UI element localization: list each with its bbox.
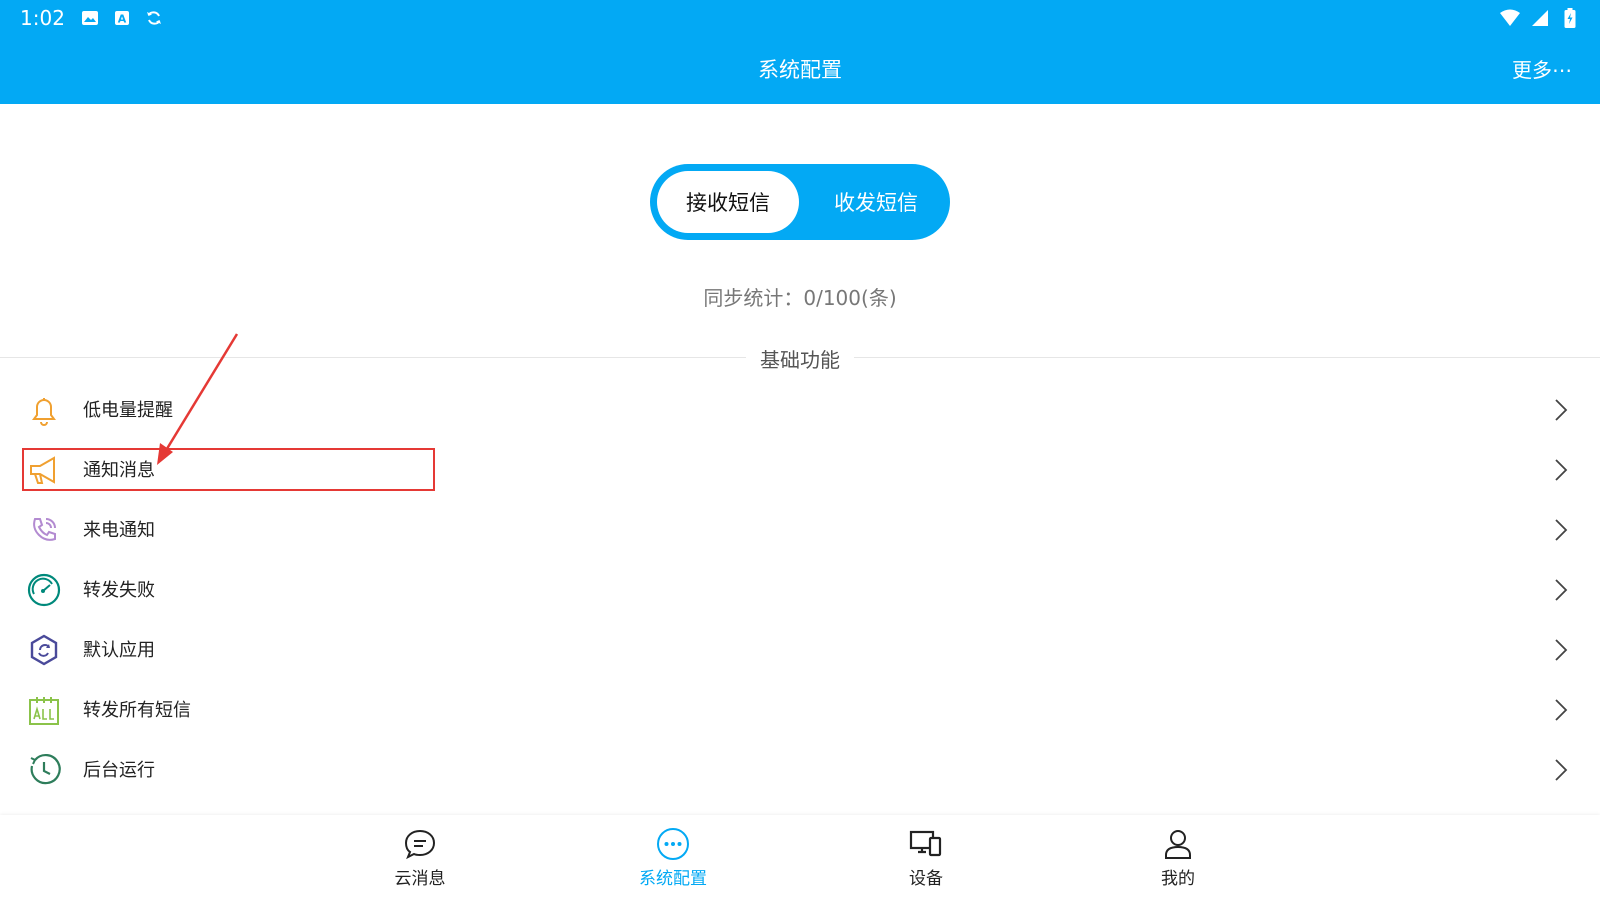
chevron-right-icon	[1554, 458, 1568, 482]
annotation-highlight-box	[22, 448, 435, 491]
more-button[interactable]: 更多⋯	[1512, 54, 1572, 83]
menu-item-background-run[interactable]: 后台运行	[0, 740, 1600, 800]
sync-stats: 同步统计：0/100(条)	[703, 286, 897, 310]
menu-item-label: 低电量提醒	[83, 400, 173, 421]
menu-item-low-battery[interactable]: 低电量提醒	[0, 380, 1600, 440]
nav-label: 系统配置	[639, 869, 707, 889]
page-title: 系统配置	[758, 58, 842, 82]
menu-item-label: 后台运行	[83, 760, 155, 781]
section-title-text: 基础功能	[746, 348, 854, 372]
phone-icon	[26, 512, 62, 548]
nav-label: 设备	[909, 869, 943, 889]
status-bar: 1:02 A	[0, 0, 1600, 36]
nav-system-config[interactable]: 系统配置	[613, 827, 733, 897]
menu-item-forward-all-sms[interactable]: 转发所有短信	[0, 680, 1600, 740]
nav-mine[interactable]: 我的	[1118, 827, 1238, 897]
user-icon	[1161, 827, 1195, 861]
chevron-right-icon	[1554, 398, 1568, 422]
sms-mode-toggle[interactable]: 接收短信 收发短信	[650, 164, 950, 240]
toggle-send-receive-sms[interactable]: 收发短信	[802, 164, 950, 240]
wifi-icon	[1500, 8, 1520, 28]
all-icon	[26, 692, 62, 728]
bell-icon	[26, 392, 62, 428]
hexagon-refresh-icon	[26, 632, 62, 668]
menu-item-incoming-call[interactable]: 来电通知	[0, 500, 1600, 560]
clock-icon	[26, 752, 62, 788]
svg-text:A: A	[118, 13, 127, 26]
menu-item-label: 转发所有短信	[83, 700, 191, 721]
more-dots-icon	[656, 827, 690, 861]
chevron-right-icon	[1554, 698, 1568, 722]
menu-item-default-app[interactable]: 默认应用	[0, 620, 1600, 680]
toggle-receive-sms[interactable]: 接收短信	[657, 171, 799, 233]
menu-item-label: 来电通知	[83, 520, 155, 541]
app-bar: 系统配置 更多⋯	[0, 36, 1600, 104]
nav-label: 云消息	[394, 869, 446, 889]
chevron-right-icon	[1554, 578, 1568, 602]
menu-item-label: 转发失败	[83, 580, 155, 601]
menu-item-forward-failed[interactable]: 转发失败	[0, 560, 1600, 620]
nav-label: 我的	[1161, 869, 1195, 889]
section-title: 基础功能	[0, 344, 1600, 373]
font-icon: A	[112, 8, 132, 28]
chevron-right-icon	[1554, 638, 1568, 662]
devices-icon	[909, 827, 943, 861]
nav-cloud-messages[interactable]: 云消息	[360, 827, 480, 897]
signal-icon	[1530, 8, 1550, 28]
sync-icon	[144, 8, 164, 28]
chevron-right-icon	[1554, 758, 1568, 782]
nav-devices[interactable]: 设备	[866, 827, 986, 897]
gauge-icon	[26, 572, 62, 608]
status-icons-right	[1500, 8, 1580, 28]
status-time: 1:02	[20, 6, 65, 30]
battery-icon	[1560, 8, 1580, 28]
menu-item-label: 默认应用	[83, 640, 155, 661]
image-icon	[80, 8, 100, 28]
chevron-right-icon	[1554, 518, 1568, 542]
status-icons-left: A	[80, 8, 164, 28]
chat-icon	[403, 827, 437, 861]
bottom-nav: 云消息 系统配置 设备 我的	[0, 815, 1600, 900]
